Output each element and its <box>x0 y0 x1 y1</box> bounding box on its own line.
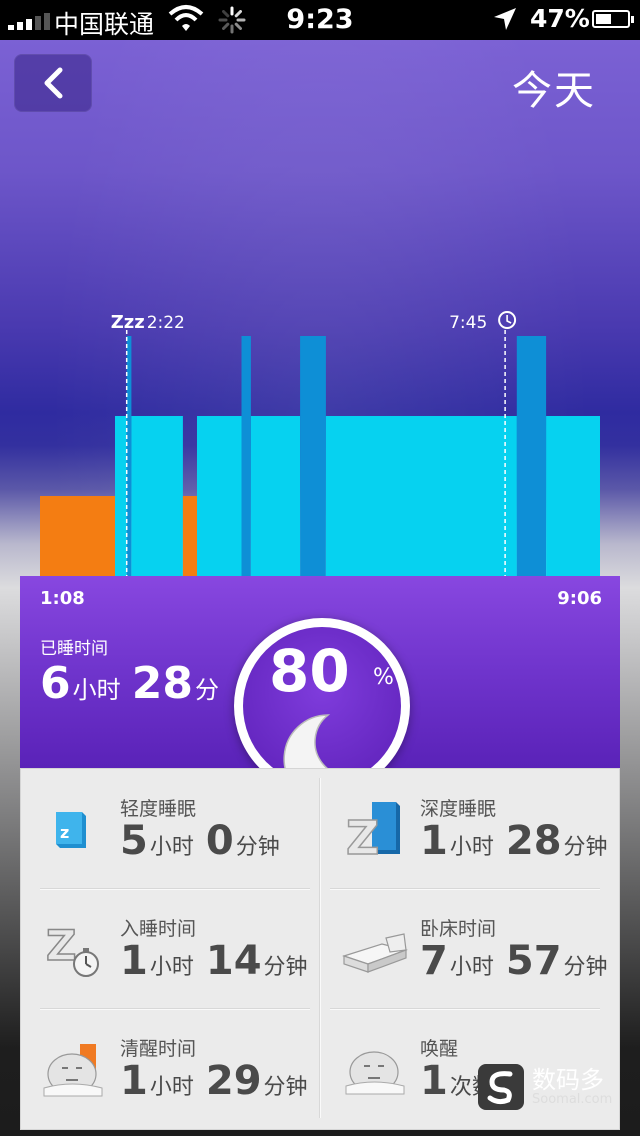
watermark-logo-icon <box>478 1064 524 1110</box>
svg-text:z: z <box>60 823 69 842</box>
sleep-bar-light <box>250 416 301 576</box>
in-bed-minutes: 57 <box>505 938 562 984</box>
sleep-bar-awake <box>40 496 115 576</box>
sleep-bar-light <box>131 416 183 576</box>
stat-deep-sleep[interactable]: Z 深度睡眠 1小时 28分钟 <box>320 768 620 888</box>
watermark-site: Soomal.com <box>532 1092 613 1107</box>
deep-sleep-icon: Z <box>345 802 400 862</box>
in-bed-value: 7小时 57分钟 <box>420 938 620 984</box>
woken-face-icon <box>345 1051 405 1095</box>
alarm-clock-icon <box>498 311 517 329</box>
sleep-bar-deep <box>516 336 547 576</box>
light-sleep-value: 5小时 0分钟 <box>120 818 292 864</box>
sleep-chart: Zzz 2:22 7:45 <box>0 40 640 640</box>
light-sleep-icon: z <box>56 812 86 848</box>
sleep-bar-light <box>197 416 242 576</box>
fall-asleep-value: 1小时 14分钟 <box>120 938 320 984</box>
sleep-bar-light <box>546 416 600 576</box>
sleep-bar-awake <box>182 496 197 576</box>
sleep-chart-svg: Zzz 2:22 7:45 <box>40 311 600 576</box>
svg-text:Z: Z <box>46 921 76 970</box>
stat-awake-time[interactable]: 清醒时间 1小时 29分钟 <box>20 1008 320 1128</box>
light-sleep-hours: 5 <box>120 818 148 864</box>
awake-time-minutes-unit: 分钟 <box>263 1075 308 1100</box>
fell-asleep-marker-label: 2:22 <box>147 313 185 333</box>
fall-asleep-hours-unit: 小时 <box>149 955 194 980</box>
woken-label: 唤醒 <box>420 1038 459 1060</box>
light-sleep-minutes: 0 <box>205 818 234 864</box>
location-arrow-icon <box>494 8 516 30</box>
in-bed-minutes-unit: 分钟 <box>563 955 608 980</box>
sleep-zzz-icon: Zzz <box>111 312 145 333</box>
status-bar: 中国联通 9:23 47% <box>0 0 640 40</box>
sleep-bar-light <box>325 416 517 576</box>
stat-in-bed[interactable]: 卧床时间 7小时 57分钟 <box>320 888 620 1008</box>
in-bed-hours: 7 <box>420 938 448 984</box>
sleep-bar-deep <box>241 336 251 576</box>
sleep-screen: 今天 Zzz 2:22 7:45 1:08 9:06 已睡时间 6小时 28分 80… <box>0 40 640 1136</box>
battery-icon <box>592 10 634 28</box>
slept-hours-unit: 小时 <box>72 676 121 704</box>
deep-sleep-label: 深度睡眠 <box>420 798 497 820</box>
bed-icon <box>342 933 408 973</box>
deep-sleep-hours: 1 <box>420 818 448 864</box>
deep-sleep-value: 1小时 28分钟 <box>420 818 620 864</box>
deep-sleep-hours-unit: 小时 <box>449 835 494 860</box>
awake-time-hours-unit: 小时 <box>149 1075 194 1100</box>
fall-asleep-hours: 1 <box>120 938 148 984</box>
watermark: 数码多 Soomal.com <box>478 1062 618 1114</box>
awake-time-label: 清醒时间 <box>120 1038 197 1060</box>
sleep-score-unit: % <box>373 665 394 690</box>
slept-minutes: 28 <box>131 658 193 709</box>
light-sleep-minutes-unit: 分钟 <box>235 835 280 860</box>
fall-asleep-timer-icon: Z <box>45 920 99 977</box>
stat-light-sleep[interactable]: z 轻度睡眠 5小时 0分钟 <box>20 768 320 888</box>
fall-asleep-label: 入睡时间 <box>120 918 197 940</box>
slept-time-label: 已睡时间 <box>40 639 108 659</box>
sleep-bar-light <box>115 416 127 576</box>
sleep-score-value: 80 <box>269 637 350 705</box>
battery-percent: 47% <box>530 4 590 33</box>
woken-count: 1 <box>420 1058 448 1104</box>
slept-minutes-unit: 分 <box>194 676 219 704</box>
awake-time-minutes: 29 <box>205 1058 262 1104</box>
range-end-label: 9:06 <box>557 588 602 609</box>
awake-time-hours: 1 <box>120 1058 148 1104</box>
fall-asleep-minutes: 14 <box>205 938 262 984</box>
slept-time-value: 6小时 28分 <box>40 658 225 709</box>
light-sleep-label: 轻度睡眠 <box>120 798 197 820</box>
awake-face-icon <box>43 1044 103 1097</box>
range-start-label: 1:08 <box>40 588 85 609</box>
light-sleep-hours-unit: 小时 <box>149 835 194 860</box>
in-bed-hours-unit: 小时 <box>449 955 494 980</box>
watermark-name: 数码多 <box>532 1066 604 1094</box>
svg-text:Z: Z <box>346 811 379 862</box>
slept-hours: 6 <box>40 658 71 709</box>
awake-time-value: 1小时 29分钟 <box>120 1058 320 1104</box>
in-bed-label: 卧床时间 <box>420 918 497 940</box>
deep-sleep-minutes: 28 <box>505 818 562 864</box>
sleep-bar-deep <box>300 336 326 576</box>
fall-asleep-minutes-unit: 分钟 <box>263 955 308 980</box>
stat-fall-asleep[interactable]: Z 入睡时间 1小时 14分钟 <box>20 888 320 1008</box>
deep-sleep-minutes-unit: 分钟 <box>563 835 608 860</box>
alarm-marker-label: 7:45 <box>449 313 487 333</box>
